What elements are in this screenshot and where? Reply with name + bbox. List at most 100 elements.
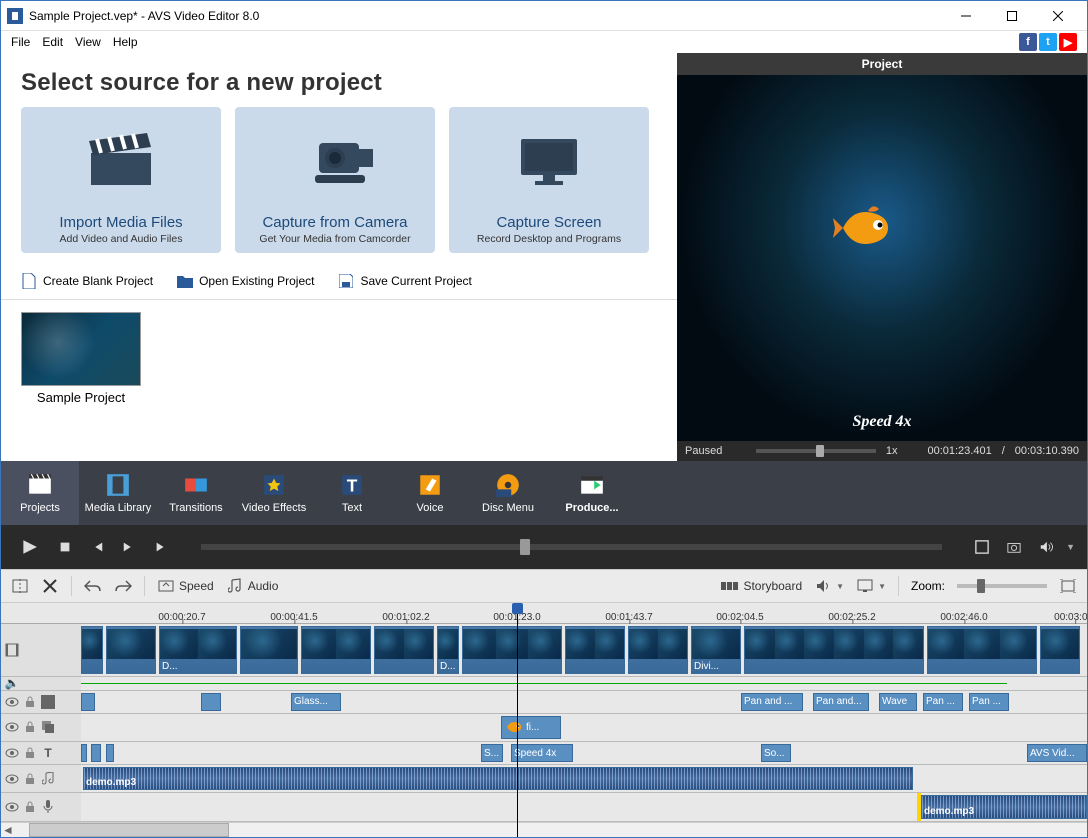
lock-icon[interactable] bbox=[23, 746, 37, 760]
timeline-clip[interactable] bbox=[301, 626, 371, 674]
timeline-clip[interactable]: Divi... bbox=[691, 626, 741, 674]
zoom-slider[interactable] bbox=[957, 584, 1047, 588]
timeline-clip[interactable]: D... bbox=[437, 626, 459, 674]
timeline-clip[interactable]: Pan and... bbox=[813, 693, 869, 711]
menu-file[interactable]: File bbox=[5, 33, 36, 51]
timeline-clip[interactable]: Speed 4x bbox=[511, 744, 573, 762]
menu-edit[interactable]: Edit bbox=[36, 33, 69, 51]
track-fx-content[interactable]: Glass... Pan and ... Pan and... Wave Pan ...… bbox=[81, 691, 1087, 713]
eye-icon[interactable] bbox=[5, 746, 19, 760]
tab-produce[interactable]: Produce... bbox=[547, 461, 637, 525]
track-volume-content[interactable] bbox=[81, 677, 1087, 690]
timeline-clip[interactable]: Wave bbox=[879, 693, 917, 711]
timeline-clip[interactable]: Pan ... bbox=[923, 693, 963, 711]
play-button[interactable] bbox=[13, 531, 45, 563]
undo-button[interactable] bbox=[84, 577, 102, 595]
twitter-icon[interactable]: t bbox=[1039, 33, 1057, 51]
timeline-clip[interactable]: Pan ... bbox=[969, 693, 1009, 711]
tab-transitions[interactable]: Transitions bbox=[157, 461, 235, 525]
facebook-icon[interactable]: f bbox=[1019, 33, 1037, 51]
timeline-clip[interactable] bbox=[91, 744, 101, 762]
snapshot-button[interactable] bbox=[1002, 535, 1026, 559]
timeline-clip[interactable]: demo.mp3 bbox=[921, 795, 1087, 818]
stop-button[interactable] bbox=[53, 535, 77, 559]
ruler-tick: 00:01:02.2 bbox=[382, 612, 429, 623]
timeline-clip[interactable] bbox=[462, 626, 562, 674]
lock-icon[interactable] bbox=[23, 695, 37, 709]
tab-text[interactable]: T Text bbox=[313, 461, 391, 525]
timeline-clip[interactable] bbox=[81, 744, 87, 762]
project-thumbnail[interactable] bbox=[21, 312, 141, 386]
open-existing-project[interactable]: Open Existing Project bbox=[177, 273, 314, 289]
timeline-clip[interactable]: AVS Vid... bbox=[1027, 744, 1087, 762]
zoom-fit-button[interactable] bbox=[1059, 577, 1077, 595]
timeline-clip[interactable] bbox=[628, 626, 688, 674]
prev-button[interactable] bbox=[85, 535, 109, 559]
close-button[interactable] bbox=[1035, 1, 1081, 31]
eye-icon[interactable] bbox=[5, 720, 19, 734]
next-frame-button[interactable] bbox=[149, 535, 173, 559]
timeline-clip[interactable] bbox=[240, 626, 298, 674]
playback-scrubber[interactable] bbox=[201, 544, 942, 550]
timeline-clip[interactable] bbox=[927, 626, 1037, 674]
tab-disc-menu[interactable]: Disc Menu bbox=[469, 461, 547, 525]
timeline-clip[interactable] bbox=[81, 626, 103, 674]
track-text-content[interactable]: S... Speed 4x So... AVS Vid... bbox=[81, 742, 1087, 764]
delete-clip-button[interactable] bbox=[41, 577, 59, 595]
timeline-clip[interactable] bbox=[1040, 626, 1080, 674]
timeline-clip[interactable] bbox=[106, 744, 114, 762]
track-audio-content[interactable]: demo.mp3 bbox=[81, 765, 1087, 792]
timeline-ruler[interactable]: 00:00:20.700:00:41.500:01:02.200:01:23.0… bbox=[1, 603, 1087, 624]
card-capture-screen[interactable]: Capture Screen Record Desktop and Progra… bbox=[449, 107, 649, 253]
card-capture-camera[interactable]: Capture from Camera Get Your Media from … bbox=[235, 107, 435, 253]
card-import-media[interactable]: Import Media Files Add Video and Audio F… bbox=[21, 107, 221, 253]
menu-help[interactable]: Help bbox=[107, 33, 144, 51]
volume-button[interactable] bbox=[1034, 535, 1058, 559]
track-video-content[interactable]: D... D... Divi... bbox=[81, 624, 1087, 676]
track-voice-content[interactable]: demo.mp3 bbox=[81, 793, 1087, 820]
timeline-clip[interactable] bbox=[81, 693, 95, 711]
timeline-clip[interactable] bbox=[201, 693, 221, 711]
timeline-clip[interactable]: S... bbox=[481, 744, 503, 762]
timeline-clip[interactable] bbox=[106, 626, 156, 674]
timeline-clip[interactable] bbox=[565, 626, 625, 674]
fullscreen-button[interactable] bbox=[970, 535, 994, 559]
lock-icon[interactable] bbox=[23, 772, 37, 786]
timeline-clip[interactable]: demo.mp3 bbox=[83, 767, 913, 790]
storyboard-button[interactable]: Storyboard bbox=[721, 577, 802, 595]
save-current-project[interactable]: Save Current Project bbox=[338, 273, 471, 289]
maximize-button[interactable] bbox=[989, 1, 1035, 31]
split-clip-button[interactable] bbox=[11, 577, 29, 595]
track-overlay-content[interactable]: fi... bbox=[81, 714, 1087, 741]
eye-icon[interactable] bbox=[5, 772, 19, 786]
tab-media-library[interactable]: Media Library bbox=[79, 461, 157, 525]
eye-icon[interactable] bbox=[5, 695, 19, 709]
minimize-button[interactable] bbox=[943, 1, 989, 31]
audio-button[interactable]: Audio bbox=[226, 577, 279, 595]
timeline-clip[interactable]: Pan and ... bbox=[741, 693, 803, 711]
timeline-clip[interactable]: Glass... bbox=[291, 693, 341, 711]
tab-voice[interactable]: Voice bbox=[391, 461, 469, 525]
fit-screen-button[interactable]: ▼ bbox=[856, 577, 886, 595]
eye-icon[interactable] bbox=[5, 800, 19, 814]
lock-icon[interactable] bbox=[23, 800, 37, 814]
tab-video-effects[interactable]: Video Effects bbox=[235, 461, 313, 525]
speed-button[interactable]: Speed bbox=[157, 577, 214, 595]
timeline-clip[interactable] bbox=[374, 626, 434, 674]
volume-dropdown-icon[interactable]: ▼ bbox=[1066, 542, 1075, 552]
menu-view[interactable]: View bbox=[69, 33, 107, 51]
tab-projects[interactable]: Projects bbox=[1, 461, 79, 525]
youtube-icon[interactable]: ▶ bbox=[1059, 33, 1077, 51]
timeline-clip[interactable]: D... bbox=[159, 626, 237, 674]
speed-slider[interactable] bbox=[756, 449, 876, 453]
redo-button[interactable] bbox=[114, 577, 132, 595]
timeline-scrollbar[interactable]: ◄ bbox=[1, 822, 1087, 837]
lock-icon[interactable] bbox=[23, 720, 37, 734]
create-blank-project[interactable]: Create Blank Project bbox=[21, 273, 153, 289]
volume-mix-button[interactable]: ▼ bbox=[814, 577, 844, 595]
preview-video[interactable]: Speed 4x bbox=[677, 75, 1087, 441]
timeline-clip[interactable]: fi... bbox=[501, 716, 561, 739]
timeline-clip[interactable] bbox=[744, 626, 924, 674]
timeline-clip[interactable]: So... bbox=[761, 744, 791, 762]
next-button[interactable] bbox=[117, 535, 141, 559]
